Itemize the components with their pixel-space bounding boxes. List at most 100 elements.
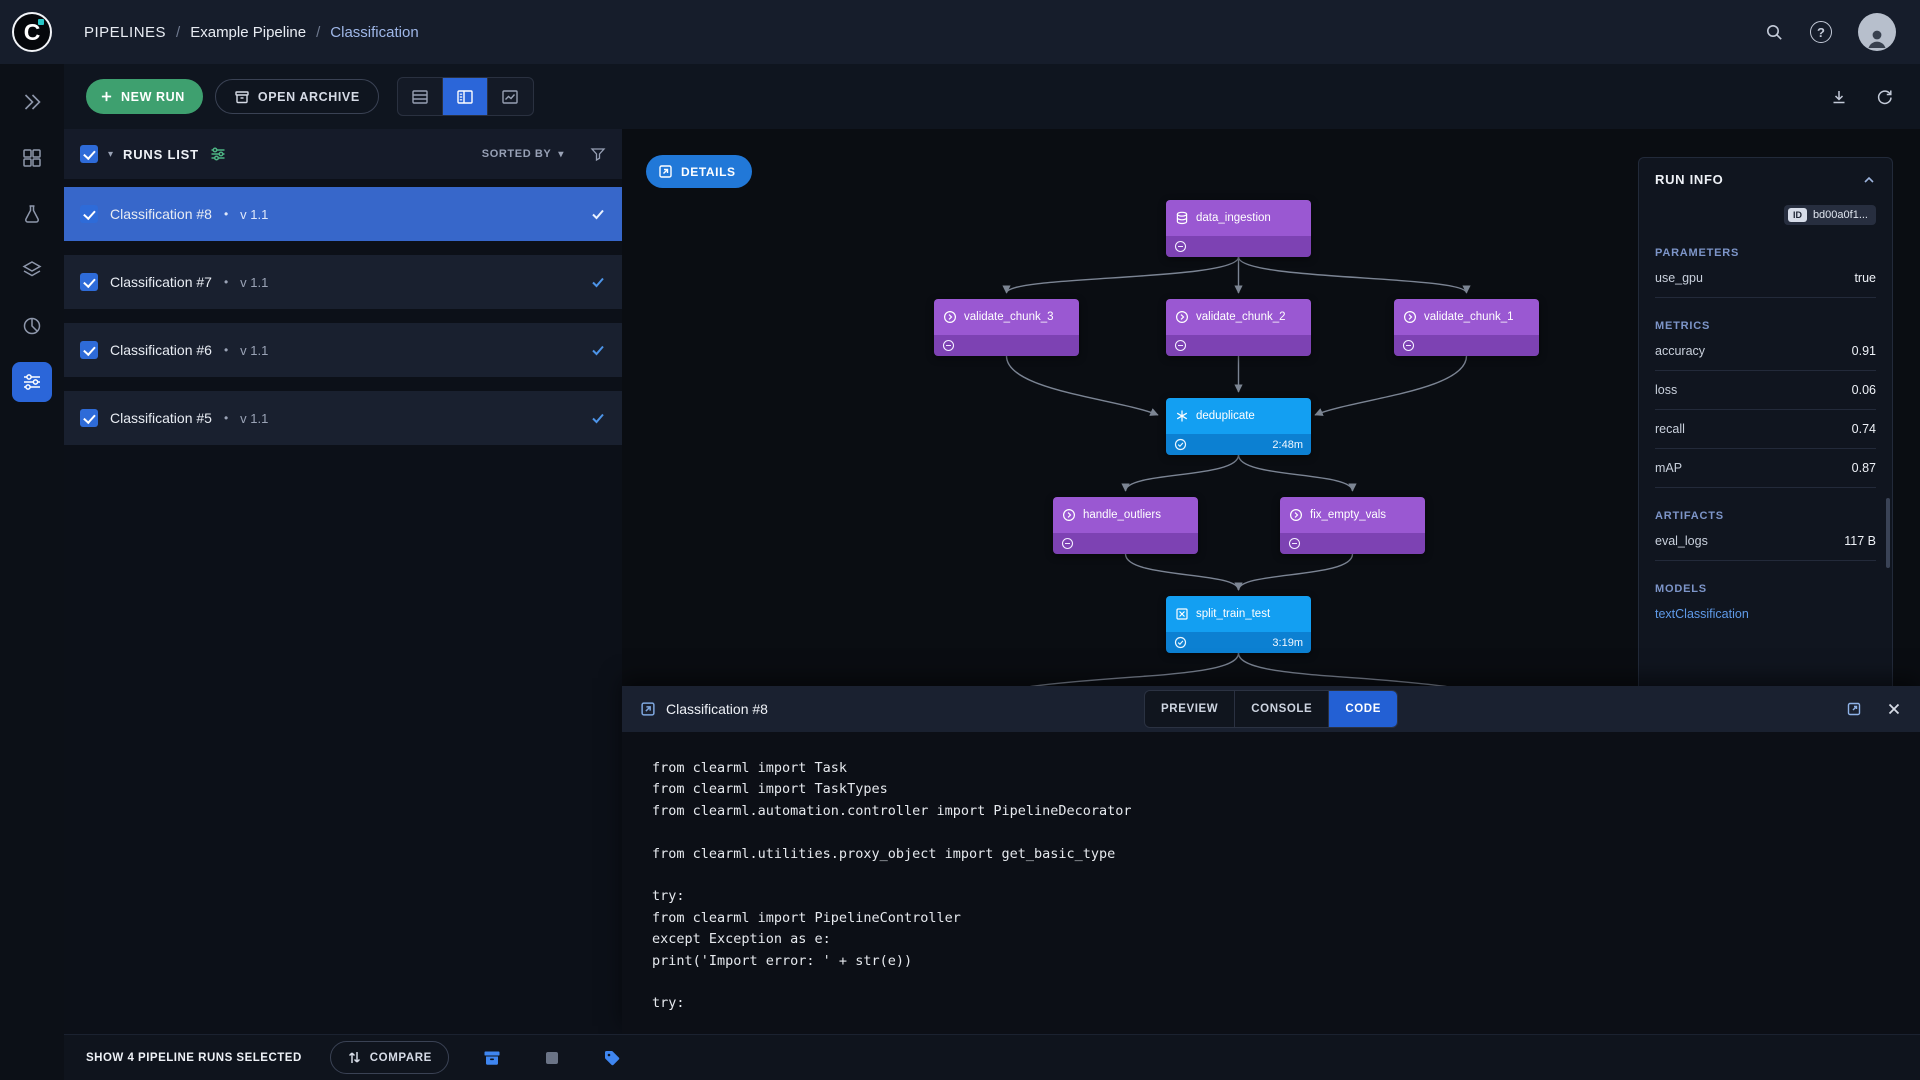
row-checkbox[interactable] xyxy=(80,205,98,223)
breadcrumb: PIPELINES / Example Pipeline / Classific… xyxy=(84,24,419,41)
metric-key: loss xyxy=(1655,383,1678,397)
artifact-row: eval_logs 117 B xyxy=(1655,522,1876,561)
node-handle-outliers[interactable]: handle_outliers xyxy=(1053,497,1198,554)
app-header: C PIPELINES / Example Pipeline / Classif… xyxy=(0,0,1920,64)
new-run-label: NEW RUN xyxy=(121,89,185,104)
chart-view-icon xyxy=(502,89,519,104)
node-label: validate_chunk_2 xyxy=(1196,311,1286,323)
run-row-classification-5[interactable]: Classification #5 • v 1.1 xyxy=(64,391,622,445)
run-row-classification-8[interactable]: Classification #8 • v 1.1 xyxy=(64,187,622,241)
run-row-classification-7[interactable]: Classification #7 • v 1.1 xyxy=(64,255,622,309)
abort-selected-icon[interactable] xyxy=(535,1041,569,1075)
tab-code[interactable]: CODE xyxy=(1329,691,1397,727)
sorted-by-dropdown[interactable]: SORTED BY ▾ xyxy=(482,148,564,160)
tab-preview[interactable]: PREVIEW xyxy=(1145,691,1236,727)
row-checkbox[interactable] xyxy=(80,409,98,427)
download-icon[interactable] xyxy=(1830,88,1848,106)
node-validate-chunk-3[interactable]: validate_chunk_3 xyxy=(934,299,1079,356)
row-checkbox[interactable] xyxy=(80,273,98,291)
sidebar-item-hyper-datasets[interactable] xyxy=(12,250,52,290)
compare-button[interactable]: COMPARE xyxy=(329,1041,449,1074)
header-actions: ? xyxy=(1764,13,1920,51)
open-archive-button[interactable]: OPEN ARCHIVE xyxy=(214,79,379,114)
code-line: from clearml.automation.controller impor… xyxy=(652,802,1132,819)
id-badge: ID xyxy=(1787,208,1807,222)
archive-selected-icon[interactable] xyxy=(475,1041,509,1075)
close-panel-icon[interactable] xyxy=(1886,701,1902,717)
breadcrumb-pipelines[interactable]: PIPELINES xyxy=(84,24,166,41)
double-chevron-icon xyxy=(24,94,41,110)
artifact-key: eval_logs xyxy=(1655,534,1708,548)
status-pending-icon xyxy=(1288,537,1301,550)
run-status-check-icon xyxy=(590,274,606,290)
run-status-check-icon xyxy=(590,206,606,222)
breadcrumb-project[interactable]: Example Pipeline xyxy=(190,24,306,41)
sidebar-item-pipelines[interactable] xyxy=(12,362,52,402)
node-split-train-test[interactable]: split_train_test 3:19m xyxy=(1166,596,1311,653)
tab-console[interactable]: CONSOLE xyxy=(1235,691,1330,727)
pie-icon xyxy=(23,317,41,335)
breadcrumb-separator: / xyxy=(316,23,321,41)
metric-key: mAP xyxy=(1655,461,1683,475)
compare-label: COMPARE xyxy=(369,1051,432,1064)
person-icon xyxy=(1868,30,1886,48)
search-icon[interactable] xyxy=(1764,22,1784,42)
metric-row: loss 0.06 xyxy=(1655,371,1876,410)
node-validate-chunk-2[interactable]: validate_chunk_2 xyxy=(1166,299,1311,356)
status-completed-icon xyxy=(1174,636,1187,649)
node-fix-empty-vals[interactable]: fix_empty_vals xyxy=(1280,497,1425,554)
details-label: DETAILS xyxy=(681,164,736,179)
new-run-button[interactable]: NEW RUN xyxy=(86,79,203,114)
node-label: deduplicate xyxy=(1196,410,1255,422)
node-data-ingestion[interactable]: data_ingestion xyxy=(1166,200,1311,257)
auto-refresh-icon[interactable] xyxy=(1874,87,1894,107)
chevron-circle-icon xyxy=(1062,508,1076,522)
chevron-circle-icon xyxy=(943,310,957,324)
chart-view-button[interactable] xyxy=(488,78,533,115)
node-validate-chunk-1[interactable]: validate_chunk_1 xyxy=(1394,299,1539,356)
artifacts-section-title: ARTIFACTS xyxy=(1655,510,1724,522)
table-view-button[interactable] xyxy=(398,78,443,115)
filter-funnel-icon[interactable] xyxy=(590,146,606,162)
selection-caret-icon[interactable]: ▾ xyxy=(108,149,113,160)
model-link[interactable]: textClassification xyxy=(1655,595,1876,621)
sidebar-item-datasets[interactable] xyxy=(12,138,52,178)
collapse-chevron-icon[interactable] xyxy=(1862,173,1876,187)
expand-panel-icon[interactable] xyxy=(1846,701,1862,717)
sidebar-item-reports[interactable] xyxy=(12,194,52,234)
sidebar-item-projects[interactable] xyxy=(12,82,52,122)
run-name: Classification #6 xyxy=(110,342,212,358)
breadcrumb-current[interactable]: Classification xyxy=(330,24,418,41)
tag-selected-icon[interactable] xyxy=(595,1041,629,1075)
split-view-button[interactable] xyxy=(442,78,488,115)
code-viewer[interactable]: from clearml import Task from clearml im… xyxy=(622,732,1920,1034)
metrics-section-title: METRICS xyxy=(1655,320,1711,332)
user-avatar[interactable] xyxy=(1858,13,1896,51)
sidebar-item-applications[interactable] xyxy=(12,306,52,346)
open-archive-label: OPEN ARCHIVE xyxy=(257,89,360,104)
metric-row: mAP 0.87 xyxy=(1655,449,1876,488)
run-info-scrollbar[interactable] xyxy=(1886,498,1890,568)
filter-sliders-icon[interactable] xyxy=(209,145,227,163)
run-bullet: • xyxy=(223,275,229,289)
runs-list-header: ▾ RUNS LIST SORTED BY ▾ xyxy=(64,129,622,179)
pipelines-sliders-icon xyxy=(24,374,40,390)
run-version: v 1.1 xyxy=(240,274,269,290)
details-button[interactable]: DETAILS xyxy=(646,155,752,188)
select-all-checkbox[interactable] xyxy=(80,145,98,163)
code-line: from clearml import TaskTypes xyxy=(652,781,888,798)
run-row-classification-6[interactable]: Classification #6 • v 1.1 xyxy=(64,323,622,377)
details-window-icon xyxy=(640,701,656,717)
node-label: data_ingestion xyxy=(1196,212,1271,224)
run-info-title: RUN INFO xyxy=(1655,172,1724,187)
chevron-circle-icon xyxy=(1403,310,1417,324)
code-line: from clearml import PipelineController xyxy=(652,909,961,926)
split-view-icon xyxy=(457,89,473,104)
node-deduplicate[interactable]: deduplicate 2:48m xyxy=(1166,398,1311,455)
metric-value: 0.06 xyxy=(1851,383,1876,397)
run-id-chip[interactable]: ID bd00a0f1... xyxy=(1783,205,1876,225)
row-checkbox[interactable] xyxy=(80,341,98,359)
help-icon[interactable]: ? xyxy=(1810,21,1832,43)
